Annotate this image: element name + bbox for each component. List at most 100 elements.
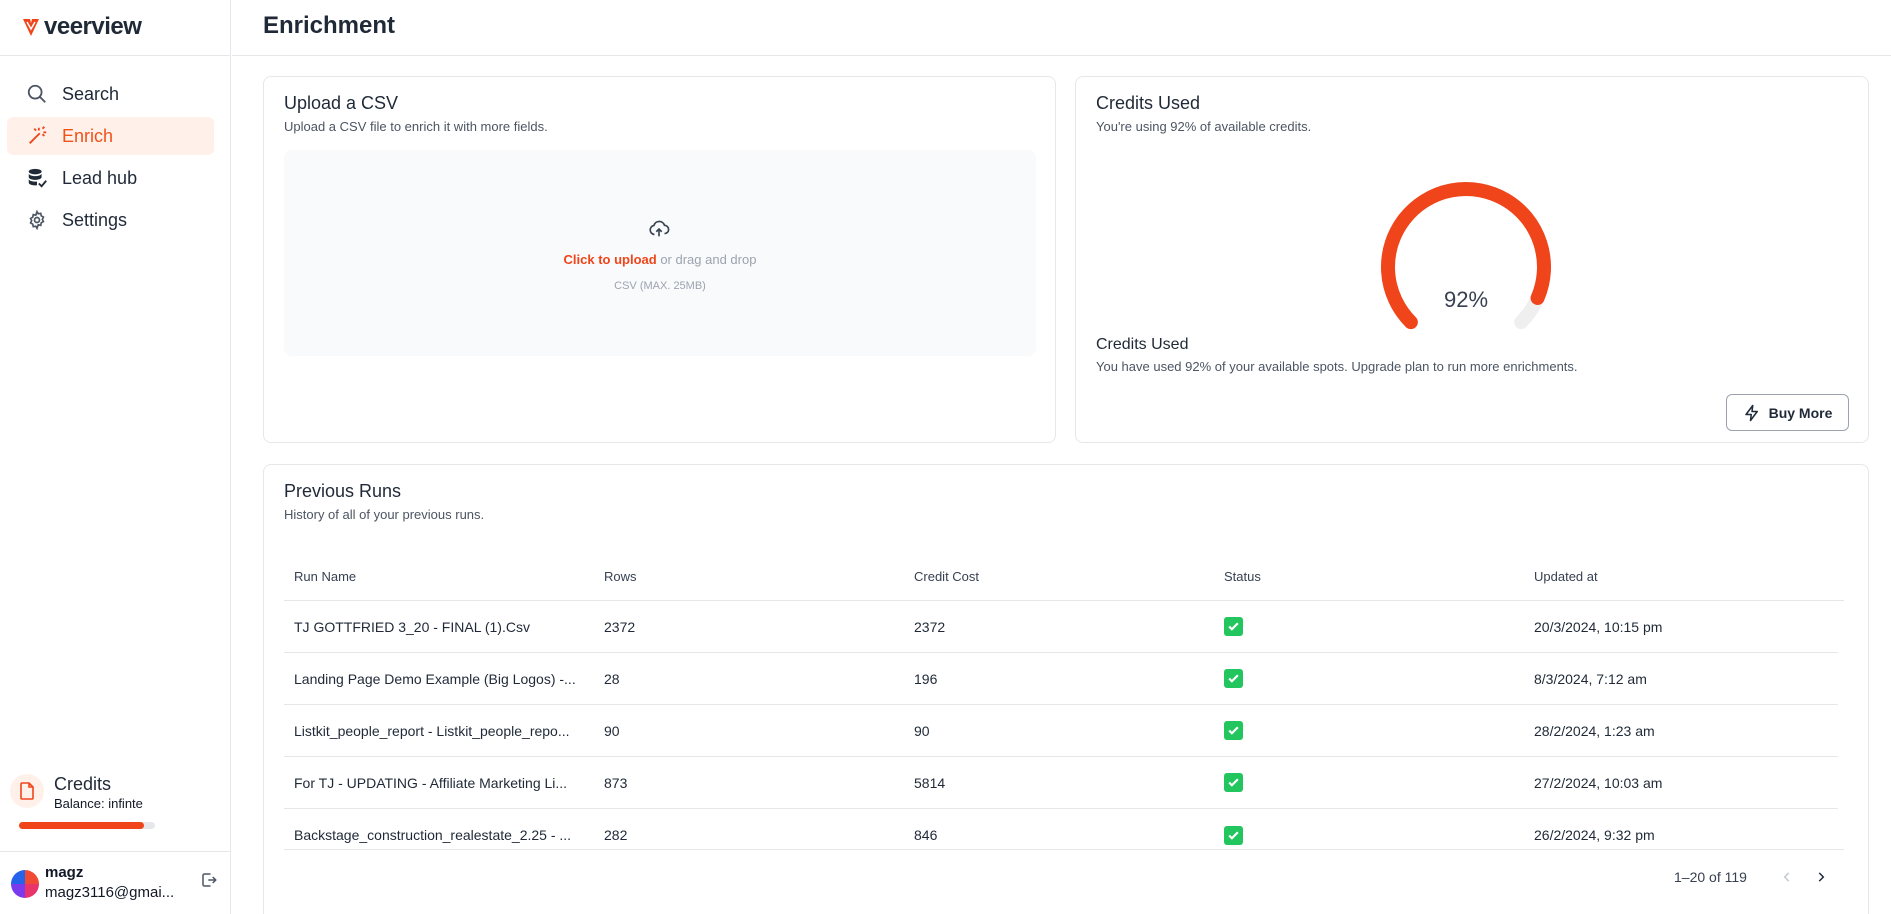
runs-title: Previous Runs	[284, 481, 402, 501]
column-header-rows[interactable]: Rows	[594, 569, 904, 584]
table-row[interactable]: Backstage_construction_realestate_2.25 -…	[284, 809, 1838, 861]
divider	[0, 55, 231, 56]
credits-progress-fill	[19, 822, 145, 829]
gear-icon	[26, 209, 48, 231]
sidebar-item-settings[interactable]: Settings	[7, 201, 214, 239]
run-name-cell: TJ GOTTFRIED 3_20 - FINAL (1).Csv	[294, 618, 530, 635]
rows-cell: 873	[604, 774, 628, 791]
csv-dropzone[interactable]: Click to upload or drag and drop CSV (MA…	[284, 150, 1036, 356]
document-icon	[20, 782, 34, 800]
sidebar: veerview Search Enrich Lead hub Settings…	[0, 0, 231, 914]
table-row[interactable]: For TJ - UPDATING - Affiliate Marketing …	[284, 757, 1838, 809]
checkbox-checked-icon	[1224, 721, 1243, 740]
sidebar-item-search[interactable]: Search	[7, 75, 214, 113]
updated-at-cell: 26/2/2024, 9:32 pm	[1534, 827, 1655, 843]
run-name-cell: For TJ - UPDATING - Affiliate Marketing …	[294, 774, 568, 791]
column-header-updated-at[interactable]: Updated at	[1524, 569, 1834, 584]
run-name-cell: Listkit_people_report - Listkit_people_r…	[294, 722, 570, 739]
table-header: Run Name Rows Credit Cost Status Updated…	[284, 553, 1844, 601]
sidebar-item-enrich[interactable]: Enrich	[7, 117, 214, 155]
rows-cell: 90	[604, 722, 620, 739]
credits-progress-bar	[19, 822, 155, 829]
rows-cell: 282	[604, 827, 628, 843]
prev-page-button[interactable]	[1775, 865, 1799, 889]
credits-used-title: Credits Used	[1096, 93, 1201, 113]
sidebar-item-label: Lead hub	[62, 167, 138, 188]
credits-gauge	[1381, 181, 1551, 330]
buy-more-label: Buy More	[1768, 404, 1833, 421]
click-to-upload-link[interactable]: Click to upload	[564, 252, 657, 267]
column-header-credit-cost[interactable]: Credit Cost	[904, 569, 1214, 584]
chevron-left-icon	[1783, 872, 1790, 882]
runs-subtitle: History of all of your previous runs.	[284, 507, 485, 522]
page-header: Enrichment	[232, 0, 1891, 56]
sidebar-item-label: Settings	[62, 209, 128, 230]
table-row[interactable]: Landing Page Demo Example (Big Logos) -.…	[284, 653, 1838, 705]
drag-drop-text: or drag and drop	[656, 252, 757, 267]
chevron-right-icon	[1818, 872, 1825, 882]
gauge-percent-label: 92%	[1443, 287, 1489, 312]
logo[interactable]: veerview	[22, 13, 142, 40]
rows-cell: 28	[604, 670, 620, 687]
magic-wand-icon	[26, 125, 48, 147]
checkbox-checked-icon	[1224, 825, 1243, 845]
sidebar-item-lead-hub[interactable]: Lead hub	[7, 159, 214, 197]
credit-cost-cell: 846	[914, 827, 938, 843]
status-cell	[1214, 773, 1524, 792]
sidebar-item-label: Search	[62, 83, 120, 104]
checkbox-checked-icon	[1224, 617, 1243, 636]
updated-at-cell: 20/3/2024, 10:15 pm	[1534, 618, 1663, 635]
upload-hint: CSV (MAX. 25MB)	[614, 280, 706, 292]
run-name-cell: Landing Page Demo Example (Big Logos) -.…	[294, 670, 576, 687]
table-row[interactable]: Listkit_people_report - Listkit_people_r…	[284, 705, 1838, 757]
sidebar-item-label: Enrich	[62, 125, 114, 146]
pagination: 1–20 of 119	[1674, 865, 1833, 889]
divider	[0, 851, 231, 852]
updated-at-cell: 27/2/2024, 10:03 am	[1534, 774, 1663, 791]
table-row[interactable]: TJ GOTTFRIED 3_20 - FINAL (1).Csv 2372 2…	[284, 601, 1838, 653]
credit-cost-cell: 2372	[914, 618, 946, 635]
credits-used-subtitle: You're using 92% of available credits.	[1096, 119, 1312, 134]
veerview-logo-icon	[23, 19, 39, 36]
logout-icon[interactable]	[200, 871, 220, 891]
run-name-cell: Backstage_construction_realestate_2.25 -…	[294, 827, 572, 843]
status-cell	[1214, 721, 1524, 740]
sidebar-nav: Search Enrich Lead hub Settings	[7, 75, 214, 243]
credits-sub-title: Credits Used	[1096, 336, 1189, 353]
upload-title: Upload a CSV	[284, 93, 399, 113]
column-header-run-name[interactable]: Run Name	[284, 569, 594, 584]
page-title: Enrichment	[263, 12, 396, 39]
rows-cell: 2372	[604, 618, 636, 635]
column-header-status[interactable]: Status	[1214, 569, 1524, 584]
credit-cost-cell: 196	[914, 670, 938, 687]
credits-title: Credits	[54, 774, 112, 794]
avatar[interactable]	[11, 870, 39, 898]
next-page-button[interactable]	[1809, 865, 1833, 889]
cloud-upload-icon	[648, 218, 670, 240]
previous-runs-card: Previous Runs History of all of your pre…	[263, 464, 1869, 914]
status-cell	[1214, 617, 1524, 636]
status-cell	[1214, 825, 1524, 845]
credits-balance: Balance: infinte	[54, 796, 143, 811]
runs-table: Run Name Rows Credit Cost Status Updated…	[284, 553, 1844, 861]
upload-instruction: Click to upload or drag and drop	[284, 252, 1036, 267]
credits-used-card: Credits Used You're using 92% of availab…	[1075, 76, 1869, 443]
user-name: magz	[45, 864, 84, 881]
logo-text: veerview	[44, 13, 142, 40]
updated-at-cell: 28/2/2024, 1:23 am	[1534, 722, 1655, 739]
checkbox-checked-icon	[1224, 669, 1243, 688]
buy-more-button[interactable]: Buy More	[1726, 394, 1849, 431]
pagination-range: 1–20 of 119	[1674, 869, 1747, 885]
credit-cost-cell: 90	[914, 722, 930, 739]
search-icon	[26, 83, 48, 105]
database-icon	[26, 167, 48, 189]
user-email: magz3116@gmai...	[45, 884, 175, 901]
checkbox-checked-icon	[1224, 773, 1243, 792]
upload-subtitle: Upload a CSV file to enrich it with more…	[284, 119, 548, 134]
lightning-icon	[1744, 404, 1758, 421]
upload-card: Upload a CSV Upload a CSV file to enrich…	[263, 76, 1056, 443]
updated-at-cell: 8/3/2024, 7:12 am	[1534, 670, 1647, 687]
credits-icon-badge	[10, 774, 44, 808]
credits-sub-desc: You have used 92% of your available spot…	[1096, 359, 1578, 374]
table-bottom-border	[284, 849, 1844, 850]
